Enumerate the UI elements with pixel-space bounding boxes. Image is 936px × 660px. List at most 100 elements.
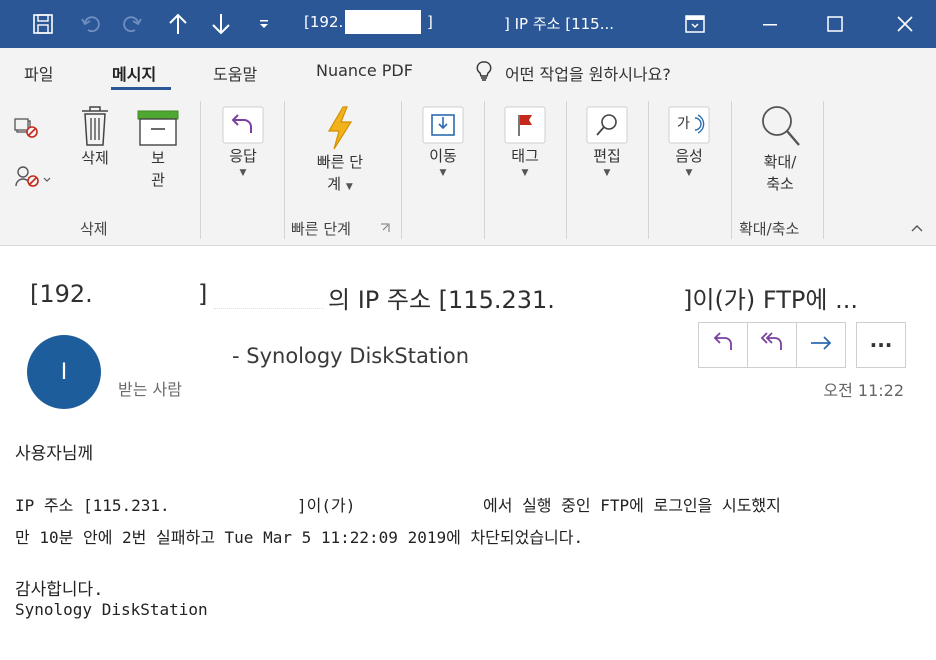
tags-label: 태그: [511, 147, 539, 165]
subject-part-2: ]: [198, 280, 208, 308]
flag-icon: [500, 105, 550, 145]
delete-label: 삭제: [81, 149, 109, 167]
group-separator: [566, 101, 567, 239]
speech-icon-glyph: 가: [677, 116, 690, 132]
archive-icon: [133, 109, 183, 147]
group-separator: [484, 101, 485, 239]
chevron-down-icon: ▼: [239, 168, 247, 178]
redaction-block: [435, 10, 495, 34]
subject-part-4: ]이(가) FTP에 ...: [683, 286, 858, 314]
group-separator: [823, 101, 824, 239]
tab-message[interactable]: 메시지: [112, 61, 156, 85]
more-actions-button[interactable]: ···: [856, 322, 906, 368]
tags-button[interactable]: 태그 ▼: [500, 105, 550, 179]
redaction-block: [345, 10, 421, 34]
next-item-icon[interactable]: [206, 0, 236, 48]
body-signature: Synology DiskStation: [15, 600, 208, 619]
lightbulb-icon: [475, 60, 493, 86]
archive-label-1: 보: [151, 149, 165, 167]
forward-button[interactable]: [797, 323, 845, 367]
redaction-block: [214, 286, 324, 309]
reply-icon: [218, 105, 268, 145]
move-label: 이동: [429, 147, 457, 165]
respond-button[interactable]: 응답 ▼: [218, 105, 268, 179]
subject-part-1: [192.: [30, 280, 93, 308]
group-separator: [200, 101, 201, 239]
reply-icon: [711, 332, 735, 358]
editing-label: 편집: [593, 147, 621, 165]
received-time: 오전 11:22: [823, 381, 904, 400]
ribbon: 삭제 보 관 삭제 응답 ▼ 빠른 단 계 ▼ 빠른 단계 이동 ▼ 태그 ▼ …: [0, 93, 936, 246]
ribbon-display-options-icon[interactable]: [680, 0, 710, 48]
tab-file[interactable]: 파일: [24, 61, 53, 85]
editing-button[interactable]: 편집 ▼: [582, 105, 632, 179]
archive-button[interactable]: 보 관: [133, 109, 183, 191]
body-line-1c: 에서 실행 중인 FTP에 로그인을 시도했지: [483, 496, 781, 515]
avatar-initial: I: [60, 359, 68, 385]
body-line-2: 만 10분 안에 2번 실패하고 Tue Mar 5 11:22:09 2019…: [15, 528, 584, 547]
title-bar: [192. ] ] IP 주소 [115...: [0, 0, 936, 48]
reply-button[interactable]: [699, 323, 748, 367]
sender-name[interactable]: - Synology DiskStation: [232, 344, 469, 368]
quick-steps-label-2: 계: [327, 175, 342, 193]
body-line-1b: ]이(가): [297, 496, 356, 515]
body-line-1a: IP 주소 [115.231.: [15, 496, 170, 515]
zoom-button[interactable]: 확대/ 축소: [745, 103, 815, 195]
dialog-launcher-icon[interactable]: [380, 223, 390, 233]
chevron-down-icon: ▼: [439, 168, 447, 178]
delete-button[interactable]: 삭제: [70, 105, 120, 169]
tab-nuance-pdf[interactable]: Nuance PDF: [316, 61, 413, 80]
minimize-icon[interactable]: [755, 0, 785, 48]
chevron-down-icon: ▼: [521, 168, 529, 178]
zoom-label-2: 축소: [766, 175, 794, 193]
chevron-down-icon: ▼: [345, 182, 353, 192]
window-title-mid: ]: [427, 13, 433, 31]
body-thanks: 감사합니다.: [15, 580, 104, 600]
group-separator: [401, 101, 402, 239]
window-title-right: ] IP 주소 [115...: [504, 15, 615, 33]
tab-help[interactable]: 도움말: [213, 61, 257, 85]
archive-label-2: 관: [151, 171, 165, 189]
group-separator: [284, 101, 285, 239]
move-button[interactable]: 이동 ▼: [418, 105, 468, 179]
tell-me-search[interactable]: 어떤 작업을 원하시나요?: [475, 60, 671, 86]
zoom-icon: [745, 103, 815, 151]
search-icon: [582, 105, 632, 145]
group-separator: [648, 101, 649, 239]
zoom-label-1: 확대/: [763, 153, 797, 171]
read-aloud-icon: 가: [667, 105, 711, 145]
reply-all-icon: [759, 332, 785, 358]
active-tab-indicator: [111, 87, 171, 90]
move-to-folder-icon: [418, 105, 468, 145]
window-title-left: [192.: [304, 13, 344, 31]
trash-icon: [70, 105, 120, 147]
reply-all-button[interactable]: [748, 323, 797, 367]
redo-icon[interactable]: [117, 0, 147, 48]
lightning-icon: [300, 105, 380, 151]
respond-label: 응답: [229, 147, 257, 165]
subject-part-3: 의 IP 주소 [115.231.: [328, 286, 555, 314]
avatar: I: [27, 335, 101, 409]
previous-item-icon[interactable]: [163, 0, 193, 48]
close-icon[interactable]: [890, 0, 920, 48]
message-actions: [698, 322, 846, 368]
junk-icon[interactable]: [14, 165, 54, 189]
quick-steps-label-1: 빠른 단: [316, 153, 364, 171]
group-separator: [731, 101, 732, 239]
quick-steps-button[interactable]: 빠른 단 계 ▼: [300, 105, 380, 195]
body-greeting: 사용자님께: [15, 444, 94, 464]
group-label-delete: 삭제: [80, 220, 108, 238]
forward-icon: [809, 333, 833, 357]
collapse-ribbon-icon[interactable]: [910, 223, 924, 233]
maximize-icon[interactable]: [820, 0, 850, 48]
to-label: 받는 사람: [118, 380, 182, 399]
undo-icon[interactable]: [76, 0, 106, 48]
chevron-down-icon: ▼: [603, 168, 611, 178]
speech-label: 음성: [675, 147, 703, 165]
save-icon[interactable]: [28, 0, 58, 48]
speech-button[interactable]: 가 음성 ▼: [664, 105, 714, 179]
chevron-down-icon: ▼: [685, 168, 693, 178]
customize-toolbar-icon[interactable]: [252, 0, 276, 48]
tell-me-placeholder: 어떤 작업을 원하시나요?: [505, 65, 671, 84]
ignore-icon[interactable]: [14, 117, 40, 139]
